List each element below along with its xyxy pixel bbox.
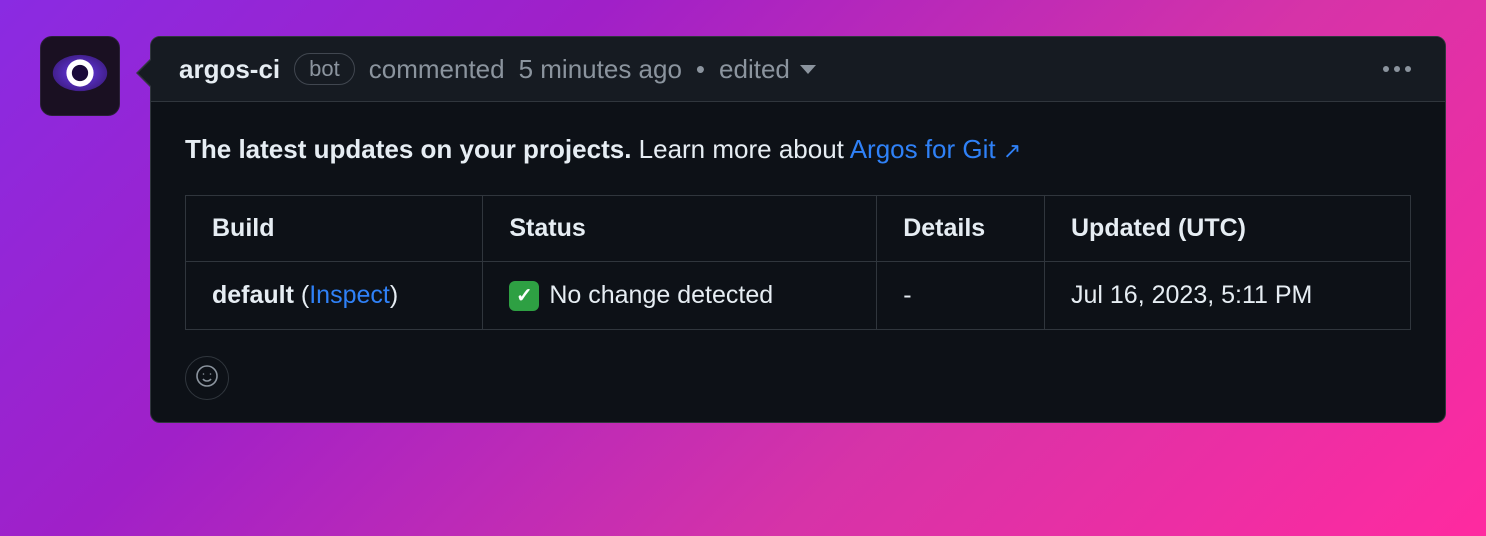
comment-timestamp[interactable]: 5 minutes ago xyxy=(519,54,682,85)
comment-header-left: argos-ci bot commented 5 minutes ago • e… xyxy=(179,53,1363,85)
col-build: Build xyxy=(186,196,483,262)
kebab-dot xyxy=(1394,66,1400,72)
separator-dot: • xyxy=(696,54,705,85)
author-link[interactable]: argos-ci xyxy=(179,54,280,85)
lead-rest: Learn more about xyxy=(631,134,849,164)
edited-label: edited xyxy=(719,54,790,85)
comment-body: The latest updates on your projects. Lea… xyxy=(151,102,1445,422)
comment-container: argos-ci bot commented 5 minutes ago • e… xyxy=(40,36,1446,423)
add-reaction-button[interactable] xyxy=(185,356,229,400)
col-status: Status xyxy=(483,196,877,262)
paren-open: ( xyxy=(294,281,309,309)
comment-box: argos-ci bot commented 5 minutes ago • e… xyxy=(150,36,1446,423)
builds-table: Build Status Details Updated (UTC) defau… xyxy=(185,195,1411,330)
table-header-row: Build Status Details Updated (UTC) xyxy=(186,196,1411,262)
paren-close: ) xyxy=(390,281,398,309)
cell-updated: Jul 16, 2023, 5:11 PM xyxy=(1045,262,1411,330)
col-updated: Updated (UTC) xyxy=(1045,196,1411,262)
comment-menu-button[interactable] xyxy=(1377,60,1417,78)
build-name: default xyxy=(212,281,294,309)
check-mark-icon: ✓ xyxy=(509,281,539,311)
argos-for-git-link[interactable]: Argos for Git ↗ xyxy=(850,134,1022,164)
cell-status: ✓ No change detected xyxy=(483,262,877,330)
author-avatar[interactable] xyxy=(40,36,120,116)
external-link-icon: ↗ xyxy=(1003,138,1021,163)
edited-dropdown[interactable]: edited xyxy=(719,54,816,85)
lead-paragraph: The latest updates on your projects. Lea… xyxy=(185,130,1411,169)
col-details: Details xyxy=(877,196,1045,262)
comment-header: argos-ci bot commented 5 minutes ago • e… xyxy=(151,37,1445,102)
cell-details: - xyxy=(877,262,1045,330)
table-row: default (Inspect) ✓ No change detected -… xyxy=(186,262,1411,330)
cell-build: default (Inspect) xyxy=(186,262,483,330)
argos-eye-icon xyxy=(51,44,109,109)
bot-badge: bot xyxy=(294,53,355,85)
smiley-icon xyxy=(195,364,219,391)
caret-down-icon xyxy=(800,65,816,74)
kebab-dot xyxy=(1405,66,1411,72)
comment-action-text: commented xyxy=(369,54,505,85)
inspect-link[interactable]: Inspect xyxy=(309,281,390,309)
status-text: No change detected xyxy=(549,281,773,310)
lead-strong: The latest updates on your projects. xyxy=(185,134,631,164)
kebab-dot xyxy=(1383,66,1389,72)
argos-link-text: Argos for Git xyxy=(850,134,996,164)
